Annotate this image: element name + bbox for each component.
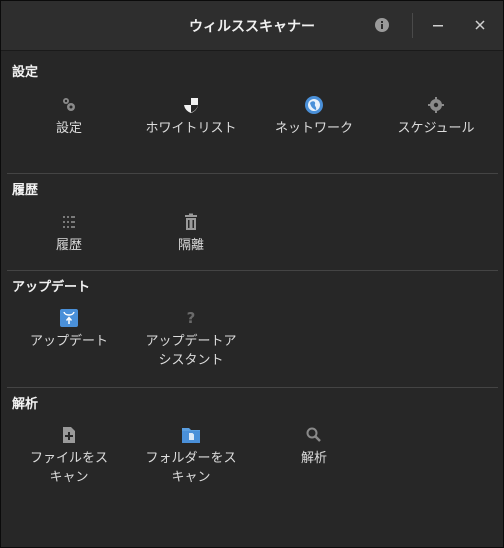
quarantine-label: 隔離 <box>177 238 204 253</box>
gear-icon <box>428 97 444 113</box>
update-assistant-label: アップデートア シスタント <box>145 334 237 368</box>
close-icon[interactable] <box>471 16 489 34</box>
app-window: ウィルススキャナー 設定 設定 ホワイトリスト ネットワーク スケジュール 履歴… <box>0 0 504 548</box>
minimize-icon[interactable] <box>429 16 447 34</box>
divider <box>7 270 498 271</box>
settings-label: 設定 <box>55 121 82 136</box>
history-label: 履歴 <box>55 238 82 253</box>
history-list-icon <box>63 216 75 228</box>
divider <box>7 173 498 174</box>
update-label: アップデート <box>29 334 108 349</box>
schedule-label: スケジュール <box>397 121 475 136</box>
scan-file-label: ファイルをス キャン <box>29 451 108 485</box>
trash-icon <box>185 213 197 230</box>
section-title-analysis: 解析 <box>12 397 39 412</box>
info-icon[interactable] <box>373 16 391 34</box>
titlebar-separator <box>412 13 413 38</box>
update-icon <box>60 309 78 327</box>
network-label: ネットワーク <box>274 121 353 136</box>
file-add-icon <box>63 427 75 443</box>
analysis-label: 解析 <box>300 451 327 466</box>
whitelist-label: ホワイトリスト <box>145 121 237 136</box>
history-button[interactable]: 履歴 <box>4 212 134 255</box>
svg-text:?: ? <box>187 309 196 327</box>
section-title-settings: 設定 <box>12 65 39 80</box>
window-title: ウィルススキャナー <box>189 19 315 35</box>
globe-icon <box>305 96 323 114</box>
scan-folder-label: フォルダーをス キャン <box>145 451 237 485</box>
question-icon: ? <box>187 309 196 327</box>
analysis-button[interactable]: 解析 <box>249 425 379 468</box>
folder-icon <box>182 428 200 443</box>
title-bar: ウィルススキャナー <box>1 1 503 51</box>
shield-icon <box>184 98 198 113</box>
gears-icon <box>63 98 75 111</box>
section-title-history: 履歴 <box>12 183 39 198</box>
settings-button[interactable]: 設定 <box>4 95 134 138</box>
whitelist-button[interactable]: ホワイトリスト <box>126 95 256 138</box>
scan-file-button[interactable]: ファイルをス キャン <box>4 425 134 487</box>
schedule-button[interactable]: スケジュール <box>371 95 501 138</box>
scan-folder-button[interactable]: フォルダーをス キャン <box>126 425 256 487</box>
divider <box>7 387 498 388</box>
quarantine-button[interactable]: 隔離 <box>126 212 256 255</box>
section-title-update: アップデート <box>12 280 91 295</box>
update-assistant-button[interactable]: ? アップデートア シスタント <box>126 308 256 370</box>
search-icon <box>306 427 321 442</box>
network-button[interactable]: ネットワーク <box>249 95 379 138</box>
update-button[interactable]: アップデート <box>4 308 134 351</box>
